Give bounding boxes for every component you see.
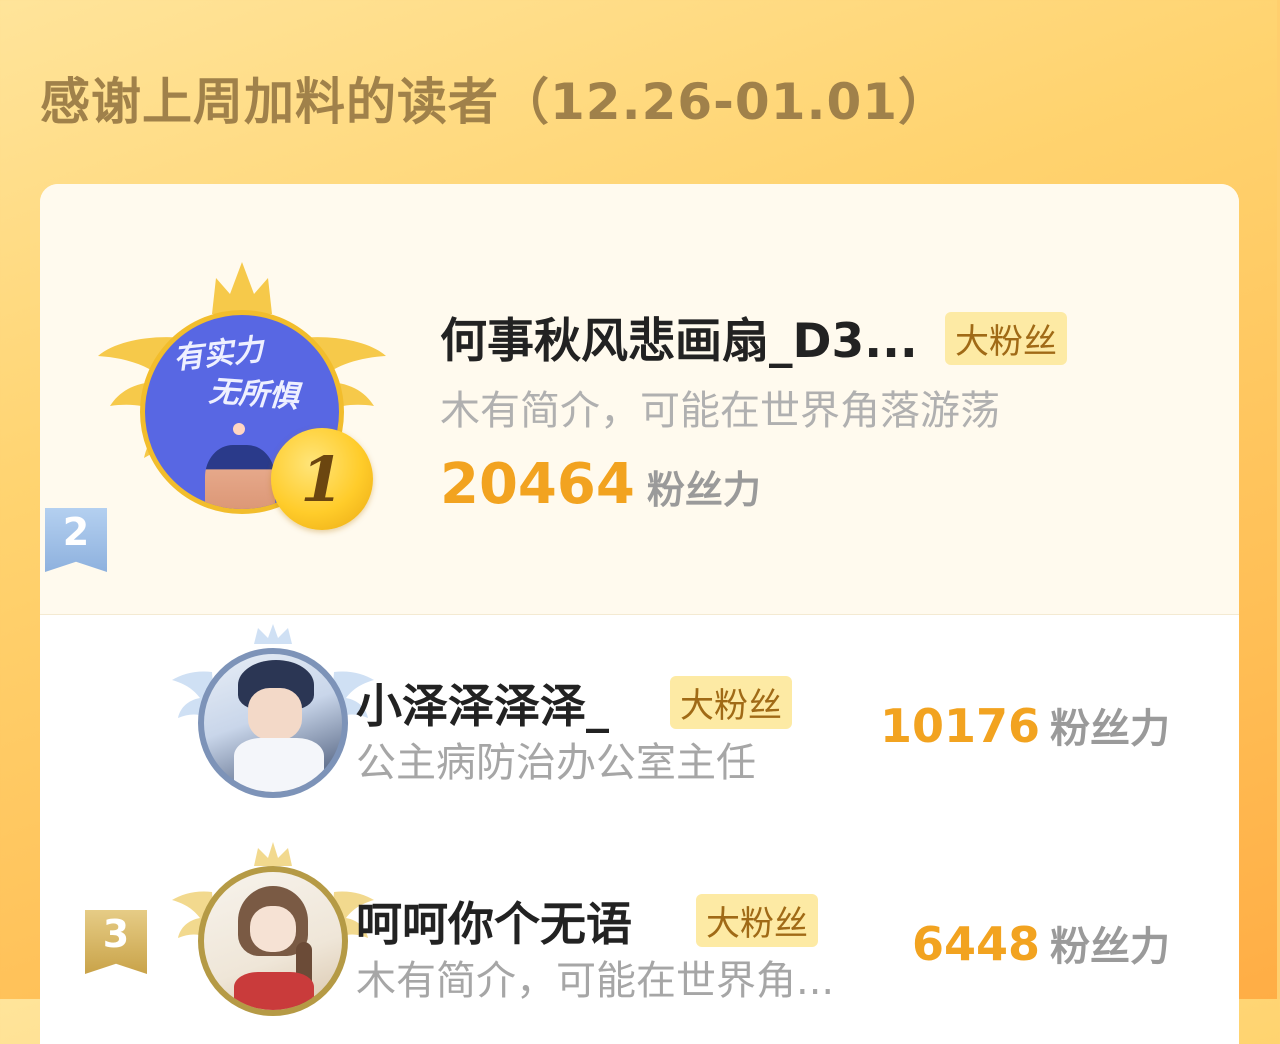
fan-score-value: 20464 <box>440 452 635 517</box>
avatar-face <box>250 906 296 952</box>
fan-score-unit: 粉丝力 <box>1050 706 1170 752</box>
reader-bio: 木有简介，可能在世界角... <box>356 958 835 1004</box>
fan-score: 6448 粉丝力 <box>912 914 1170 972</box>
top-reader-panel[interactable]: 有实力 无所惧 1 何事秋风悲画扇_D3... 大粉丝 木有简介，可能在世界角落… <box>40 184 1239 614</box>
avatar-body <box>234 972 314 1010</box>
fan-score-value: 10176 <box>879 699 1040 753</box>
reader-name[interactable]: 呵呵你个无语 <box>356 888 632 954</box>
crown-icon <box>212 262 272 314</box>
fan-score: 10176 粉丝力 <box>880 696 1170 754</box>
avatar-dot <box>233 423 245 435</box>
avatar[interactable] <box>198 648 348 798</box>
fan-score-unit: 粉丝力 <box>1050 924 1170 970</box>
avatar-face <box>248 688 302 740</box>
avatar-body <box>234 738 324 792</box>
reader-bio: 木有简介，可能在世界角落游荡 <box>440 388 1000 434</box>
fan-badge: 大粉丝 <box>670 676 792 729</box>
reader-name[interactable]: 何事秋风悲画扇_D3... <box>440 302 918 371</box>
rank-1-medal-icon: 1 <box>271 428 373 530</box>
reader-bio: 公主病防治办公室主任 <box>356 740 756 786</box>
avatar-figure <box>205 445 275 509</box>
rank-number: 1 <box>300 442 344 516</box>
avatar-caption: 无所惧 <box>207 373 300 416</box>
fan-score-value: 6448 <box>911 917 1040 971</box>
fan-badge: 大粉丝 <box>945 312 1067 365</box>
page-title: 感谢上周加料的读者（12.26-01.01） <box>40 73 950 131</box>
divider <box>40 614 1239 615</box>
reader-name[interactable]: 小泽泽泽泽_ <box>356 670 609 736</box>
avatar[interactable] <box>198 866 348 1016</box>
rank-number: 2 <box>62 510 90 554</box>
fan-score-unit: 粉丝力 <box>646 468 761 512</box>
fan-badge: 大粉丝 <box>696 894 818 947</box>
rank-number: 3 <box>102 912 130 956</box>
fan-score: 20464 粉丝力 <box>440 452 761 517</box>
